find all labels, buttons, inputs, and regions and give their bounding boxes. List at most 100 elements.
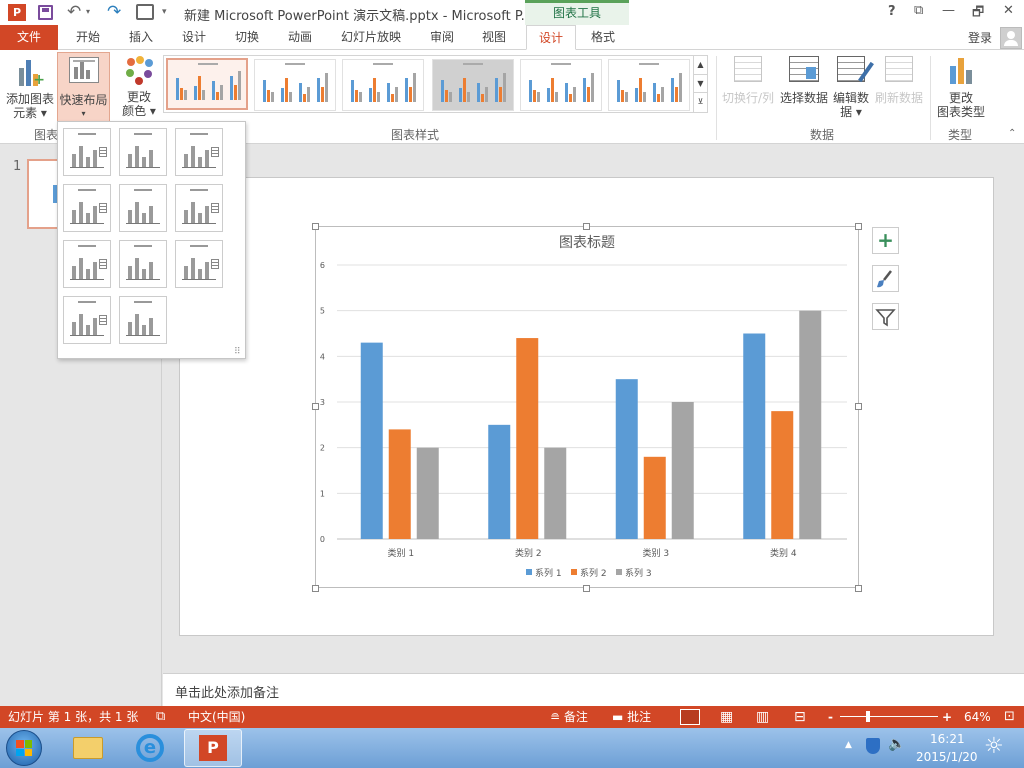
bar[interactable] bbox=[743, 333, 766, 540]
bar[interactable] bbox=[799, 310, 822, 539]
bar[interactable] bbox=[488, 424, 511, 539]
slideshow-button[interactable]: ⊟ bbox=[794, 706, 806, 728]
chart-styles-button[interactable] bbox=[872, 265, 899, 292]
chart-style-6[interactable] bbox=[608, 59, 690, 111]
slide-sorter-button[interactable]: ▦ bbox=[720, 706, 733, 728]
quick-layout-option-6[interactable] bbox=[175, 184, 223, 232]
file-explorer-taskbar-button[interactable] bbox=[70, 733, 106, 763]
volume-icon[interactable]: 🔈 bbox=[888, 736, 905, 752]
fit-to-window-icon[interactable]: ⊡ bbox=[1004, 706, 1015, 728]
brightness-icon[interactable]: ☼ bbox=[984, 734, 1004, 759]
help-button[interactable]: ? bbox=[888, 4, 896, 19]
quick-layout-option-2[interactable] bbox=[119, 128, 167, 176]
user-avatar[interactable] bbox=[1000, 27, 1022, 49]
bar[interactable] bbox=[516, 338, 539, 539]
bar[interactable] bbox=[416, 447, 439, 539]
close-button[interactable]: ✕ bbox=[1003, 3, 1014, 18]
quick-layout-option-8[interactable] bbox=[119, 240, 167, 288]
chart-style-3[interactable] bbox=[342, 59, 424, 111]
show-hidden-icons[interactable]: ▲ bbox=[845, 740, 852, 750]
bar[interactable] bbox=[671, 402, 694, 539]
zoom-out-button[interactable]: - bbox=[828, 706, 833, 728]
quick-layout-option-9[interactable] bbox=[175, 240, 223, 288]
quick-layout-option-3[interactable] bbox=[175, 128, 223, 176]
tab-insert[interactable]: 插入 bbox=[119, 25, 163, 50]
bar[interactable] bbox=[643, 456, 666, 539]
quick-layout-option-1[interactable] bbox=[63, 128, 111, 176]
clock-date[interactable]: 2015/1/20 bbox=[916, 750, 978, 764]
zoom-slider-thumb[interactable] bbox=[866, 711, 870, 722]
tab-home[interactable]: 开始 bbox=[66, 25, 110, 50]
column-chart[interactable]: 图表标题 0 1 2 3 4 5 6 类别 1 类别 2 类别 3 类别 4 系列 1 系列 2 系列 3 bbox=[316, 227, 858, 587]
tab-view[interactable]: 视图 bbox=[472, 25, 516, 50]
gallery-scroll-up[interactable]: ▲ bbox=[693, 56, 707, 74]
change-chart-type-button[interactable]: 更改 图表类型 bbox=[933, 54, 989, 124]
powerpoint-taskbar-button[interactable]: P bbox=[184, 729, 242, 767]
chart-style-4[interactable] bbox=[432, 59, 514, 111]
legend-entry[interactable]: 系列 2 bbox=[580, 567, 607, 579]
customize-toolbar-icon[interactable]: ▾ bbox=[162, 7, 167, 17]
login-link[interactable]: 登录 bbox=[968, 29, 992, 46]
gallery-scroll-down[interactable]: ▼ bbox=[693, 74, 707, 92]
notes-pane[interactable]: 单击此处添加备注 bbox=[163, 673, 1024, 706]
legend-entry[interactable]: 系列 3 bbox=[625, 567, 652, 579]
change-chart-type-label-2: 图表类型 bbox=[936, 105, 985, 119]
ribbon-display-options-button[interactable]: ⧉ bbox=[914, 3, 923, 18]
quick-layout-button[interactable]: 快速布局 ▾ bbox=[57, 52, 110, 126]
comments-toggle-button[interactable]: ▬ 批注 bbox=[612, 706, 651, 728]
chart-style-5[interactable] bbox=[520, 59, 602, 111]
change-colors-button[interactable]: 更改 颜色 ▾ bbox=[116, 54, 162, 124]
bar[interactable] bbox=[615, 379, 638, 539]
legend-entry[interactable]: 系列 1 bbox=[535, 567, 562, 579]
chart-style-1[interactable] bbox=[166, 58, 248, 110]
tab-chart-design[interactable]: 设计 bbox=[526, 25, 576, 50]
quick-layout-option-5[interactable] bbox=[119, 184, 167, 232]
internet-explorer-taskbar-button[interactable]: e bbox=[132, 732, 168, 764]
quick-layout-option-7[interactable] bbox=[63, 240, 111, 288]
bar[interactable] bbox=[771, 411, 794, 539]
tab-slideshow[interactable]: 幻灯片放映 bbox=[334, 25, 408, 50]
spell-check-icon[interactable]: ⧉ bbox=[156, 706, 165, 728]
chart-title[interactable]: 图表标题 bbox=[559, 235, 615, 251]
edit-data-button[interactable]: 编辑数 据 ▾ bbox=[830, 54, 874, 124]
maximize-button[interactable]: 🗗 bbox=[972, 3, 984, 25]
tab-review[interactable]: 审阅 bbox=[420, 25, 464, 50]
redo-icon[interactable]: ↷ bbox=[107, 2, 121, 22]
chart-filters-button[interactable] bbox=[872, 303, 899, 330]
quick-layout-option-11[interactable] bbox=[119, 296, 167, 344]
security-shield-icon[interactable] bbox=[866, 738, 880, 754]
gallery-more[interactable]: ⊻ bbox=[693, 92, 707, 112]
chart-style-2[interactable] bbox=[254, 59, 336, 111]
collapse-ribbon-icon[interactable]: ⌃ bbox=[1008, 128, 1016, 139]
clock-time[interactable]: 16:21 bbox=[930, 732, 965, 746]
zoom-slider[interactable] bbox=[840, 716, 938, 717]
zoom-level[interactable]: 64% bbox=[964, 706, 991, 728]
bar[interactable] bbox=[388, 429, 411, 539]
resize-grip-icon[interactable]: ⠿ bbox=[234, 347, 241, 357]
language-indicator[interactable]: 中文(中国) bbox=[188, 706, 245, 728]
minimize-button[interactable]: — bbox=[942, 3, 955, 18]
select-data-button[interactable]: 选择数据 bbox=[778, 54, 830, 124]
file-tab[interactable]: 文件 bbox=[0, 25, 58, 50]
notes-toggle-button[interactable]: ≘ 备注 bbox=[550, 706, 588, 728]
zoom-in-button[interactable]: + bbox=[942, 706, 952, 728]
presentation-start-icon[interactable] bbox=[136, 4, 154, 20]
undo-dropdown-icon[interactable]: ▾ bbox=[86, 7, 90, 16]
powerpoint-app-icon[interactable]: P bbox=[8, 4, 26, 21]
quick-layout-option-10[interactable] bbox=[63, 296, 111, 344]
save-icon[interactable] bbox=[38, 5, 53, 20]
tab-design[interactable]: 设计 bbox=[172, 25, 216, 50]
bar[interactable] bbox=[360, 342, 383, 539]
bar[interactable] bbox=[544, 447, 567, 539]
quick-layout-option-4[interactable] bbox=[63, 184, 111, 232]
tab-transitions[interactable]: 切换 bbox=[225, 25, 269, 50]
chart-elements-button[interactable]: + bbox=[872, 227, 899, 254]
tab-animations[interactable]: 动画 bbox=[278, 25, 322, 50]
reading-view-button[interactable]: ▥ bbox=[756, 706, 769, 728]
add-chart-element-button[interactable]: + 添加图表 元素 ▾ bbox=[4, 54, 56, 124]
chart-styles-gallery[interactable]: ▲ ▼ ⊻ bbox=[163, 55, 708, 113]
tab-chart-format[interactable]: 格式 bbox=[580, 25, 626, 50]
undo-icon[interactable]: ↶ bbox=[67, 2, 81, 22]
normal-view-button[interactable] bbox=[680, 709, 700, 725]
start-button[interactable] bbox=[6, 730, 42, 766]
